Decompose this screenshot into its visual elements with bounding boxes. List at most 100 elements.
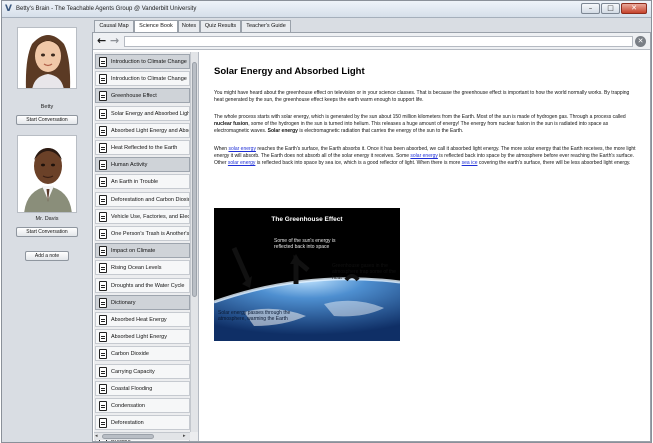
toc-item-label: Deforestation [111, 420, 144, 427]
toc-item-label: Impact on Climate [111, 248, 156, 255]
toc-item[interactable]: Solar Energy and Absorbed Light [95, 105, 190, 121]
toc-item[interactable]: Vehicle Use, Factories, and Electricity [95, 208, 190, 224]
toc-horizontal-scrollbar[interactable]: ◂ ▸ [94, 432, 190, 440]
toc-item-label: Greenhouse Effect [111, 93, 157, 100]
toc-section[interactable]: Impact on Climate [95, 243, 190, 259]
title-bar: V Betty's Brain - The Teachable Agents G… [2, 1, 651, 18]
toc-item-label: Human Activity [111, 162, 148, 169]
toc-item[interactable]: Carrying Capacity [95, 363, 190, 379]
link-solar-energy[interactable]: solar energy [228, 146, 256, 152]
toc-section[interactable]: Introduction to Climate Change [95, 54, 190, 69]
tab-causal-map[interactable]: Causal Map [94, 20, 134, 32]
figure-label-solar-passes: Solar energy passes through the atmosphe… [218, 310, 291, 322]
app-logo-icon: V [5, 4, 12, 14]
link-sea-ice[interactable]: sea ice [462, 160, 478, 166]
toc-item[interactable]: Coastal Flooding [95, 380, 190, 396]
page-icon [99, 349, 107, 360]
link-solar-energy[interactable]: solar energy [410, 153, 438, 159]
toc-item[interactable]: Introduction to Climate Change [95, 71, 190, 87]
toc-item-label: Introduction to Climate Change [111, 59, 187, 65]
toc-item-label: Vehicle Use, Factories, and Electricity [111, 213, 189, 220]
text-run: The whole process starts with solar ener… [214, 114, 626, 120]
page-icon [99, 383, 107, 394]
app-window: V Betty's Brain - The Teachable Agents G… [1, 0, 652, 443]
tab-quiz-results[interactable]: Quiz Results [200, 20, 241, 32]
link-solar-energy[interactable]: solar energy [228, 160, 256, 166]
tab-teachers-guide[interactable]: Teacher's Guide [241, 20, 291, 32]
page-icon [99, 211, 107, 222]
page-icon [99, 280, 107, 291]
page-icon [99, 366, 107, 377]
toc-item[interactable]: Absorbed Light Energy [95, 329, 190, 345]
text-run: is reflected back into space by sea ice,… [255, 160, 462, 166]
toc-item-label: Deforestation and Carbon Dioxide [111, 196, 189, 203]
betty-start-conversation-button[interactable]: Start Conversation [16, 115, 78, 125]
page-icon [99, 229, 107, 239]
toc-item[interactable]: Carbon Dioxide [95, 346, 190, 362]
betty-name: Betty [40, 104, 54, 110]
toc-item[interactable]: Deforestation [95, 415, 190, 431]
toc-item[interactable]: Absorbed Heat Energy [95, 312, 190, 327]
greenhouse-effect-figure: The Greenhouse Effect Some of the sun's … [214, 208, 400, 341]
toc-item[interactable]: Droughts and the Water Cycle [95, 277, 190, 293]
toc-section[interactable]: Human Activity [95, 157, 190, 173]
science-book-panel: ← → ✕ Introduction to Climate Change Intr… [92, 32, 651, 442]
toc-item-label: Condensation [111, 403, 145, 409]
toc-item-label: Rising Ocean Levels [111, 265, 162, 272]
add-note-button[interactable]: Add a note [25, 251, 69, 261]
text-run: covering the earth's surface, there will… [477, 160, 631, 166]
forward-arrow-icon[interactable]: → [110, 35, 119, 47]
bold-term-solar-energy: Solar energy [267, 128, 298, 134]
toc-item-label: Carrying Capacity [111, 368, 155, 375]
book-icon [99, 57, 107, 67]
mr-davis-start-conversation-button[interactable]: Start Conversation [16, 227, 78, 237]
minimize-button[interactable]: – [581, 3, 600, 14]
navigation-bar: ← → ✕ [93, 33, 650, 50]
toc-item-label: Heat Reflected to the Earth [111, 145, 178, 151]
page-icon [99, 125, 107, 136]
toc-item-label: An Earth in Trouble [111, 179, 159, 186]
toc-section[interactable]: Greenhouse Effect [95, 88, 190, 104]
figure-label-reflected: Some of the sun's energy is reflected ba… [274, 238, 336, 250]
toc-vertical-scrollbar[interactable] [190, 52, 198, 432]
toc-item-label: Carbon Dioxide [111, 351, 149, 358]
toc-item-label: Droughts and the Water Cycle [111, 282, 185, 289]
maximize-button[interactable]: □ [601, 3, 620, 14]
page-icon [99, 332, 107, 343]
toc-item[interactable]: Absorbed Light Energy and Absorbed Heat [95, 122, 190, 138]
close-window-button[interactable]: ✕ [621, 3, 647, 14]
betty-avatar [17, 27, 77, 89]
toc-item[interactable]: Heat Reflected to the Earth [95, 140, 190, 155]
text-run: When [214, 146, 229, 152]
toc-item[interactable]: One Person's Trash is Another's... [95, 226, 190, 241]
search-input[interactable] [124, 36, 633, 47]
book-icon [99, 246, 107, 257]
toc-vertical-scroll-thumb[interactable] [192, 62, 197, 297]
page-icon [99, 418, 107, 429]
agent-panel: Betty Start Conversation Mr. Davis Start… [5, 20, 89, 440]
article-title: Solar Energy and Absorbed Light [214, 66, 365, 77]
toc-item[interactable]: Deforestation and Carbon Dioxide [95, 191, 190, 207]
mr-davis-avatar [17, 135, 77, 213]
toc-item[interactable]: Rising Ocean Levels [95, 260, 190, 276]
toc-item-label: Absorbed Light Energy and Absorbed Heat [111, 127, 189, 134]
clear-icon[interactable]: ✕ [635, 36, 646, 47]
page-icon [99, 315, 107, 325]
page-icon [99, 108, 107, 119]
toc-horizontal-scroll-thumb[interactable] [102, 434, 154, 439]
toc-item-label: Coastal Flooding [111, 385, 153, 392]
scroll-right-icon[interactable]: ▸ [183, 433, 186, 439]
scroll-left-icon[interactable]: ◂ [95, 433, 98, 439]
back-arrow-icon[interactable]: ← [97, 35, 106, 47]
page-icon [99, 263, 107, 274]
figure-label-greenhouse-gases: Greenhouse gases in the atmosphere trap … [332, 263, 396, 281]
table-of-contents: Introduction to Climate Change Introducti… [94, 52, 199, 441]
toc-item-label: One Person's Trash is Another's... [111, 231, 189, 237]
toc-item[interactable]: Condensation [95, 398, 190, 413]
toc-item[interactable]: An Earth in Trouble [95, 174, 190, 190]
book-icon [99, 160, 107, 171]
tab-notes[interactable]: Notes [178, 20, 200, 32]
bold-term-nuclear-fusion: nuclear fusion [214, 121, 249, 127]
mr-davis-name: Mr. Davis [35, 216, 59, 222]
toc-section[interactable]: Dictionary [95, 294, 190, 310]
